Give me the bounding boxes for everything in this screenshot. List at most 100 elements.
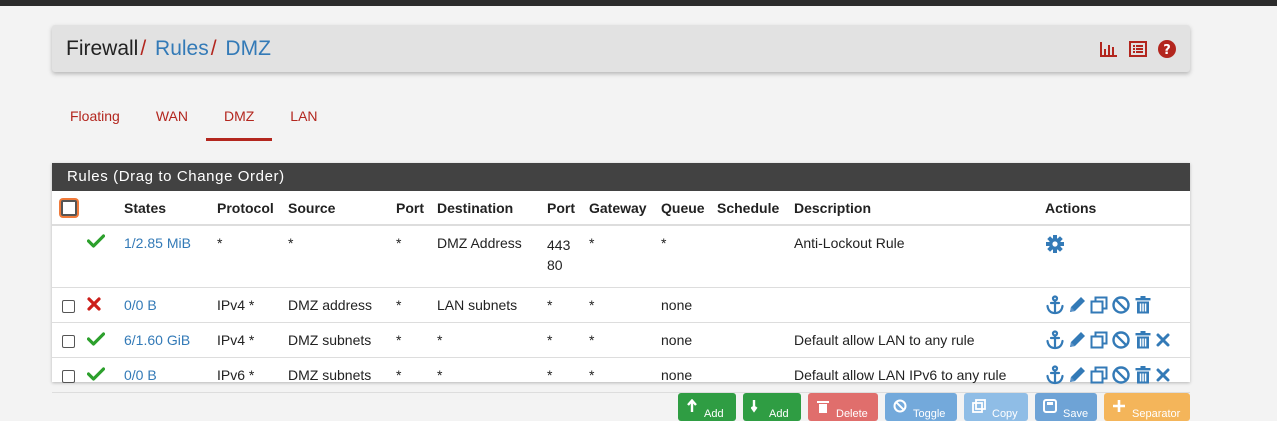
list-icon[interactable] bbox=[1129, 41, 1147, 57]
source-cell: DMZ subnets bbox=[283, 322, 391, 358]
breadcrumb-separator: / bbox=[210, 37, 217, 60]
pencil-icon[interactable] bbox=[1067, 330, 1087, 350]
column-header: Description bbox=[789, 191, 1040, 226]
states-link[interactable]: 6/1.60 GiB bbox=[124, 332, 190, 348]
anchor-icon[interactable] bbox=[1045, 330, 1065, 350]
status-cell bbox=[82, 225, 119, 288]
column-header: States bbox=[119, 191, 212, 226]
pencil-icon[interactable] bbox=[1067, 365, 1087, 385]
ban-icon[interactable] bbox=[1111, 330, 1131, 350]
pass-check-icon bbox=[86, 331, 106, 349]
trash-icon[interactable] bbox=[1133, 295, 1153, 315]
rules-table: States Protocol Source Port Destination … bbox=[52, 191, 1190, 393]
description-cell: Anti-Lockout Rule bbox=[789, 225, 1040, 288]
row-checkbox[interactable] bbox=[62, 369, 75, 383]
states-cell[interactable]: 0/0 B bbox=[119, 287, 212, 323]
column-header: Actions bbox=[1040, 191, 1190, 226]
source-port-cell: * bbox=[391, 357, 432, 393]
breadcrumb-rules[interactable]: Rules bbox=[155, 37, 209, 60]
ban-icon[interactable] bbox=[1111, 365, 1131, 385]
copy-icon[interactable] bbox=[1089, 365, 1109, 385]
breadcrumb-firewall: Firewall bbox=[66, 37, 139, 60]
chart-icon[interactable] bbox=[1100, 41, 1118, 57]
pass-check-icon bbox=[86, 366, 106, 384]
bottom-button-row: Add Add Delete Toggle Copy Save Separato… bbox=[678, 393, 1190, 421]
column-header: Port bbox=[391, 191, 432, 226]
column-header: Schedule bbox=[712, 191, 789, 226]
add-top-button[interactable]: Add bbox=[678, 393, 736, 421]
column-header: Protocol bbox=[212, 191, 283, 226]
states-cell[interactable]: 6/1.60 GiB bbox=[119, 322, 212, 358]
copy-button[interactable]: Copy bbox=[964, 393, 1028, 421]
delete-x-icon[interactable] bbox=[1155, 367, 1171, 383]
table-row[interactable]: 0/0 B IPv4 * DMZ address * LAN subnets *… bbox=[52, 287, 1190, 323]
row-checkbox[interactable] bbox=[62, 334, 75, 348]
states-cell[interactable]: 1/2.85 MiB bbox=[119, 225, 212, 288]
source-port-cell: * bbox=[391, 287, 432, 323]
row-checkbox[interactable] bbox=[62, 299, 75, 313]
row-select-cell bbox=[52, 225, 82, 288]
toggle-button[interactable]: Toggle bbox=[885, 393, 957, 421]
delete-x-icon[interactable] bbox=[1155, 332, 1171, 348]
table-header-row: States Protocol Source Port Destination … bbox=[52, 191, 1190, 226]
anchor-icon[interactable] bbox=[1045, 365, 1065, 385]
row-select-cell bbox=[52, 287, 82, 323]
breadcrumb-separator: / bbox=[140, 37, 147, 60]
block-x-icon bbox=[87, 296, 101, 314]
description-cell bbox=[789, 287, 1040, 323]
select-all-header bbox=[52, 191, 82, 226]
states-cell[interactable]: 0/0 B bbox=[119, 357, 212, 393]
protocol-cell: IPv4 * bbox=[212, 287, 283, 323]
ban-icon[interactable] bbox=[1111, 295, 1131, 315]
schedule-cell bbox=[712, 287, 789, 323]
description-cell: Default allow LAN to any rule bbox=[789, 322, 1040, 358]
select-all-checkbox[interactable] bbox=[61, 200, 77, 217]
trash-icon[interactable] bbox=[1133, 365, 1153, 385]
rules-panel: Rules (Drag to Change Order) States Prot… bbox=[52, 163, 1190, 393]
destination-cell: DMZ Address bbox=[432, 225, 542, 288]
states-link[interactable]: 0/0 B bbox=[124, 297, 157, 313]
delete-label: Delete bbox=[836, 408, 868, 420]
breadcrumb-panel: Firewall/ Rules/ DMZ ? bbox=[52, 25, 1190, 72]
copy-icon bbox=[972, 398, 986, 416]
copy-icon[interactable] bbox=[1089, 295, 1109, 315]
port-value: 443 bbox=[547, 237, 571, 253]
breadcrumb-dmz[interactable]: DMZ bbox=[225, 37, 271, 60]
status-cell bbox=[82, 357, 119, 393]
delete-button[interactable]: Delete bbox=[808, 393, 878, 421]
port-value: 80 bbox=[547, 257, 563, 273]
destination-port-cell: 443 80 bbox=[542, 225, 584, 288]
gateway-cell: * bbox=[584, 287, 656, 323]
table-row[interactable]: 0/0 B IPv6 * DMZ subnets * * * * none De… bbox=[52, 357, 1190, 393]
toggle-label: Toggle bbox=[913, 408, 946, 420]
queue-cell: none bbox=[656, 357, 712, 393]
add-top-label: Add bbox=[704, 408, 724, 420]
trash-icon[interactable] bbox=[1133, 330, 1153, 350]
arrow-up-icon bbox=[686, 398, 698, 416]
row-select-cell bbox=[52, 322, 82, 358]
actions-cell bbox=[1040, 357, 1190, 393]
states-link[interactable]: 1/2.85 MiB bbox=[124, 235, 191, 251]
table-row[interactable]: 1/2.85 MiB * * * DMZ Address 443 80 * * A… bbox=[52, 225, 1190, 288]
help-icon[interactable]: ? bbox=[1158, 40, 1176, 58]
tab-floating[interactable]: Floating bbox=[52, 98, 138, 141]
save-button[interactable]: Save bbox=[1035, 393, 1097, 421]
gear-icon[interactable] bbox=[1045, 235, 1065, 257]
schedule-cell bbox=[712, 225, 789, 288]
anchor-icon[interactable] bbox=[1045, 295, 1065, 315]
add-bottom-button[interactable]: Add bbox=[743, 393, 801, 421]
pencil-icon[interactable] bbox=[1067, 295, 1087, 315]
states-link[interactable]: 0/0 B bbox=[124, 367, 157, 383]
separator-button[interactable]: Separator bbox=[1104, 393, 1190, 421]
copy-icon[interactable] bbox=[1089, 330, 1109, 350]
gateway-cell: * bbox=[584, 357, 656, 393]
status-header bbox=[82, 191, 119, 226]
tab-lan[interactable]: LAN bbox=[272, 98, 335, 141]
schedule-cell bbox=[712, 357, 789, 393]
schedule-cell bbox=[712, 322, 789, 358]
column-header: Source bbox=[283, 191, 391, 226]
tab-wan[interactable]: WAN bbox=[138, 98, 206, 141]
table-row[interactable]: 6/1.60 GiB IPv4 * DMZ subnets * * * * no… bbox=[52, 322, 1190, 358]
column-header: Destination bbox=[432, 191, 542, 226]
tab-dmz[interactable]: DMZ bbox=[205, 98, 273, 141]
